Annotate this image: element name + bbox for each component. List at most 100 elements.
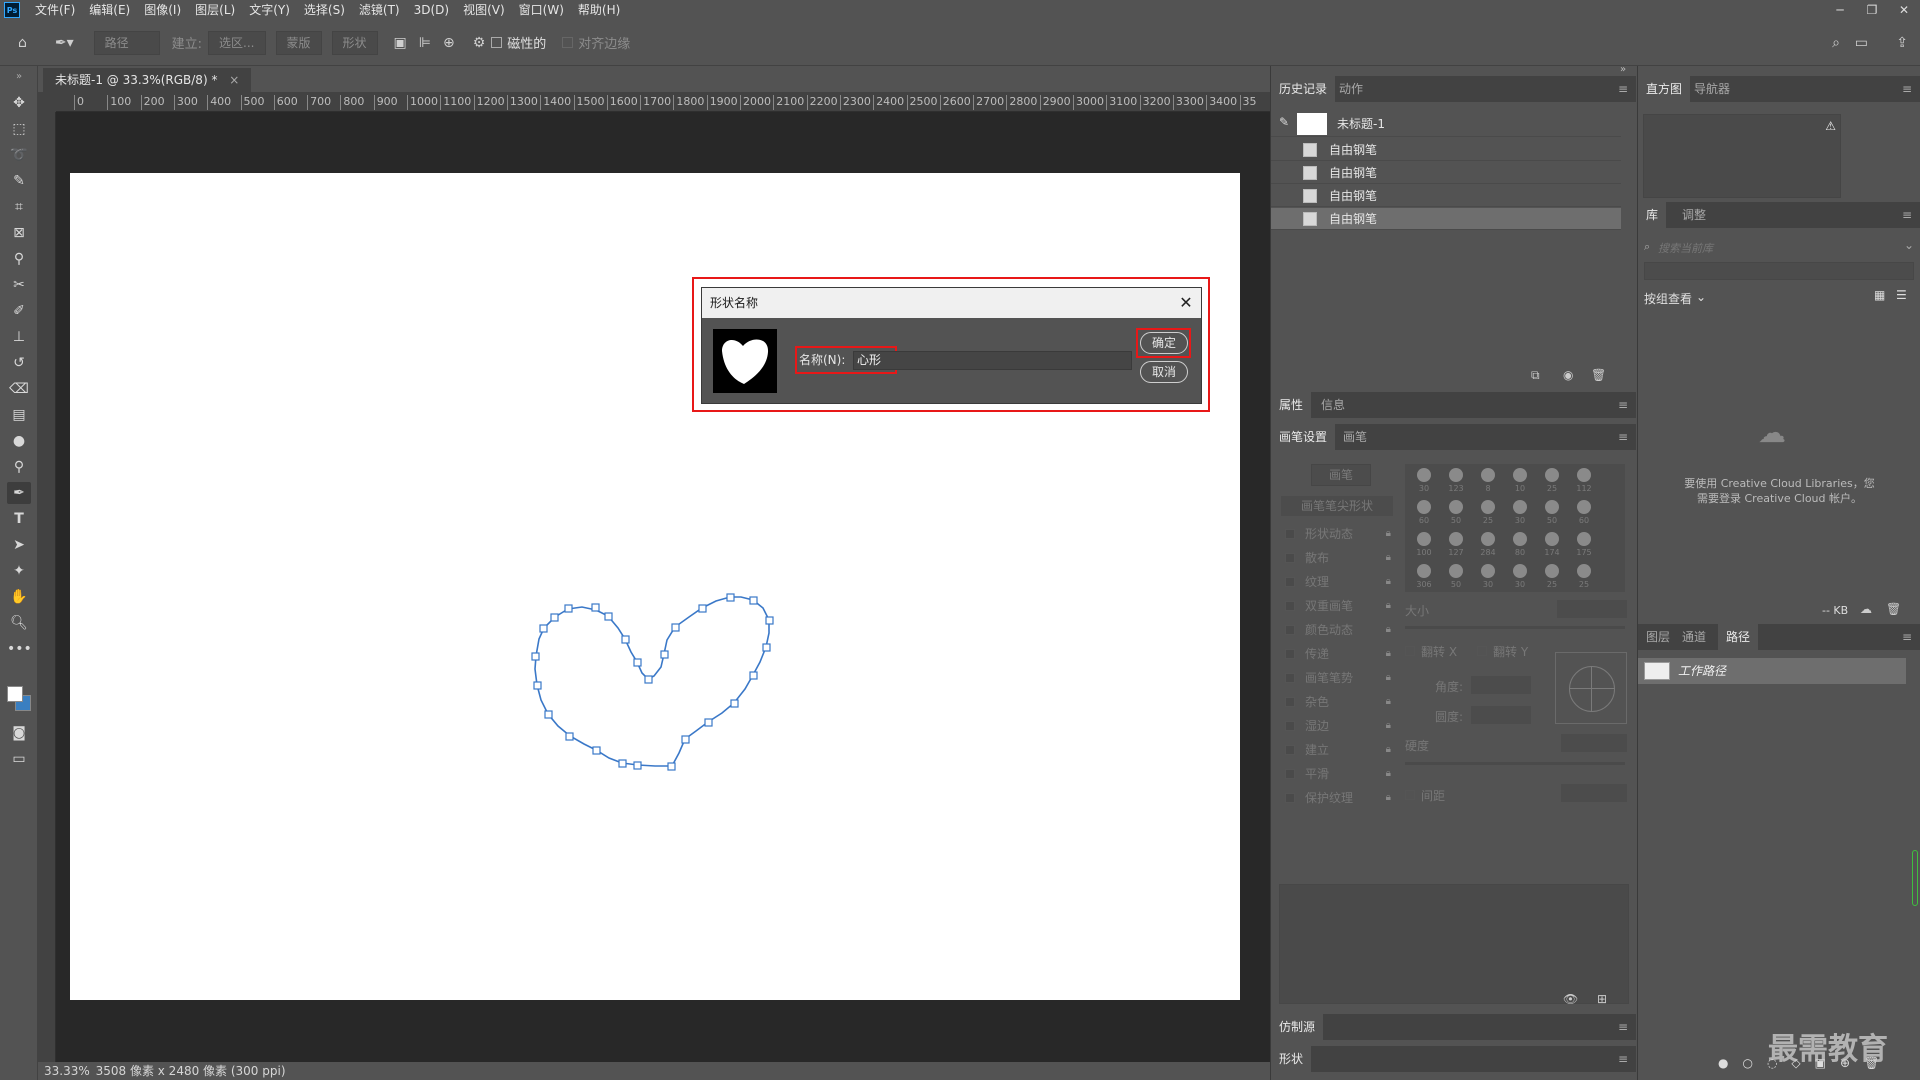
delete-state-icon[interactable]: 🗑︎ <box>1591 368 1606 382</box>
magnetic-checkbox[interactable] <box>491 37 503 48</box>
group-view-toggle[interactable]: 按组查看 <box>1644 290 1692 307</box>
align-edges-checkbox[interactable] <box>562 37 574 48</box>
tab-adjustments[interactable]: 调整 <box>1674 202 1714 228</box>
brush-option-row[interactable]: 建立 🔒︎ <box>1281 740 1391 760</box>
brush-preset[interactable]: 25 <box>1537 562 1567 592</box>
more-tools-icon[interactable]: ••• <box>7 638 32 660</box>
menu-filter[interactable]: 滤镜(T) <box>352 0 407 20</box>
hardness-field[interactable] <box>1561 734 1627 752</box>
spacing-checkbox[interactable] <box>1405 790 1415 800</box>
flip-x-checkbox[interactable] <box>1405 646 1415 656</box>
brush-option-checkbox[interactable] <box>1285 721 1295 731</box>
scroll-indicator[interactable] <box>1912 850 1918 906</box>
brush-preset[interactable]: 25 <box>1569 562 1599 592</box>
panel-menu-icon[interactable]: ≡ <box>1902 624 1912 650</box>
brush-preset[interactable]: 80 <box>1505 530 1535 560</box>
blur-tool-icon[interactable]: ● <box>7 430 31 452</box>
hand-tool-icon[interactable]: ✋ <box>7 586 31 608</box>
brush-option-checkbox[interactable] <box>1285 697 1295 707</box>
history-item[interactable]: 自由钢笔 <box>1271 162 1621 184</box>
brush-angle-widget[interactable] <box>1555 652 1627 724</box>
tab-channels[interactable]: 通道 <box>1674 624 1714 650</box>
tab-history[interactable]: 历史记录 <box>1271 76 1336 102</box>
lock-icon[interactable]: 🔒︎ <box>1386 716 1391 736</box>
tab-paths[interactable]: 路径 <box>1718 624 1759 650</box>
history-brush-source-icon[interactable]: ✎ <box>1279 115 1289 129</box>
tab-shapes[interactable]: 形状 <box>1271 1046 1312 1072</box>
tab-properties[interactable]: 属性 <box>1271 392 1312 418</box>
tab-navigator[interactable]: 导航器 <box>1686 76 1738 102</box>
shape-name-input[interactable]: 心形 <box>853 351 1132 370</box>
panel-menu-icon[interactable]: ≡ <box>1618 76 1628 102</box>
delete-icon[interactable]: 🗑︎ <box>1886 602 1901 616</box>
brush-option-row[interactable]: 纹理 🔒︎ <box>1281 572 1391 592</box>
panel-menu-icon[interactable]: ≡ <box>1618 1046 1628 1072</box>
brush-tip-shape[interactable]: 画笔笔尖形状 <box>1281 496 1393 516</box>
brush-option-row[interactable]: 湿边 🔒︎ <box>1281 716 1391 736</box>
brush-preset[interactable]: 112 <box>1569 466 1599 496</box>
healing-tool-icon[interactable]: ✂ <box>7 274 31 296</box>
library-search-input[interactable]: 搜索当前库 <box>1658 240 1713 256</box>
brush-option-row[interactable]: 平滑 🔒︎ <box>1281 764 1391 784</box>
lock-icon[interactable]: 🔒︎ <box>1386 764 1391 784</box>
zoom-tool-icon[interactable]: 🔍︎ <box>7 612 31 634</box>
settings-gear-icon[interactable]: ⚙ <box>473 35 486 51</box>
path-operations-icon[interactable]: ▣ <box>394 35 407 51</box>
path-arrangement-icon[interactable]: ⊕ <box>443 35 455 51</box>
lock-icon[interactable]: 🔒︎ <box>1386 668 1391 688</box>
brush-preset[interactable]: 60 <box>1409 498 1439 528</box>
zoom-level[interactable]: 33.33% <box>44 1064 90 1078</box>
brush-preset[interactable]: 25 <box>1473 498 1503 528</box>
close-icon[interactable]: ✕ <box>1888 0 1920 20</box>
angle-field[interactable] <box>1471 676 1531 694</box>
lock-icon[interactable]: 🔒︎ <box>1386 524 1391 544</box>
list-view-icon[interactable]: ☰ <box>1896 288 1907 302</box>
new-document-from-state-icon[interactable]: ⧉ <box>1531 368 1540 383</box>
brush-preset[interactable]: 25 <box>1537 466 1567 496</box>
history-item[interactable]: 自由钢笔 <box>1271 139 1621 161</box>
chevron-down-icon[interactable]: ⌄ <box>1696 290 1706 304</box>
menu-view[interactable]: 视图(V) <box>456 0 512 20</box>
new-snapshot-icon[interactable]: ◉ <box>1563 368 1573 382</box>
collapse-toolbar-icon[interactable]: » <box>7 66 31 88</box>
tab-layers[interactable]: 图层 <box>1638 624 1678 650</box>
share-icon[interactable]: ⇪ <box>1896 35 1908 51</box>
brush-preset[interactable]: 306 <box>1409 562 1439 592</box>
close-icon[interactable]: ✕ <box>1177 288 1195 318</box>
screen-mode-icon[interactable]: ▭ <box>7 748 31 770</box>
tab-clone-source[interactable]: 仿制源 <box>1271 1014 1324 1040</box>
panel-menu-icon[interactable]: ≡ <box>1902 202 1912 228</box>
brush-option-checkbox[interactable] <box>1285 745 1295 755</box>
menu-image[interactable]: 图像(I) <box>137 0 188 20</box>
menu-type[interactable]: 文字(Y) <box>242 0 297 20</box>
lock-icon[interactable]: 🔒︎ <box>1386 644 1391 664</box>
panel-menu-icon[interactable]: ≡ <box>1618 392 1628 418</box>
menu-edit[interactable]: 编辑(E) <box>82 0 137 20</box>
cloud-sync-icon[interactable]: ☁ <box>1860 602 1872 616</box>
brush-preset[interactable]: 127 <box>1441 530 1471 560</box>
dodge-tool-icon[interactable]: ⚲ <box>7 456 31 478</box>
brush-option-checkbox[interactable] <box>1285 529 1295 539</box>
brush-option-checkbox[interactable] <box>1285 625 1295 635</box>
warning-icon[interactable]: ⚠ <box>1825 119 1836 133</box>
brush-option-row[interactable]: 画笔笔势 🔒︎ <box>1281 668 1391 688</box>
path-row[interactable]: 工作路径 <box>1638 658 1906 684</box>
path-mode-select[interactable]: 路径 <box>93 30 160 55</box>
brush-preset[interactable]: 284 <box>1473 530 1503 560</box>
library-select[interactable] <box>1644 262 1914 280</box>
tab-actions[interactable]: 动作 <box>1331 76 1371 102</box>
quick-select-tool-icon[interactable]: ✎ <box>7 170 31 192</box>
brush-tool-icon[interactable]: ✐ <box>7 300 31 322</box>
brush-preset[interactable]: 30 <box>1505 562 1535 592</box>
lock-icon[interactable]: 🔒︎ <box>1386 740 1391 760</box>
move-tool-icon[interactable]: ✥ <box>7 92 31 114</box>
workspace-icon[interactable]: ▭ <box>1855 35 1868 51</box>
brush-option-checkbox[interactable] <box>1285 577 1295 587</box>
history-snapshot[interactable]: ✎ 未标题-1 <box>1271 111 1621 137</box>
path-selection-tool-icon[interactable]: ➤ <box>7 534 31 556</box>
brush-option-row[interactable]: 双重画笔 🔒︎ <box>1281 596 1391 616</box>
make-shape-button[interactable]: 形状 <box>331 30 378 55</box>
marquee-tool-icon[interactable]: ⬚ <box>7 118 31 140</box>
brush-option-row[interactable]: 颜色动态 🔒︎ <box>1281 620 1391 640</box>
brush-preset[interactable]: 50 <box>1537 498 1567 528</box>
